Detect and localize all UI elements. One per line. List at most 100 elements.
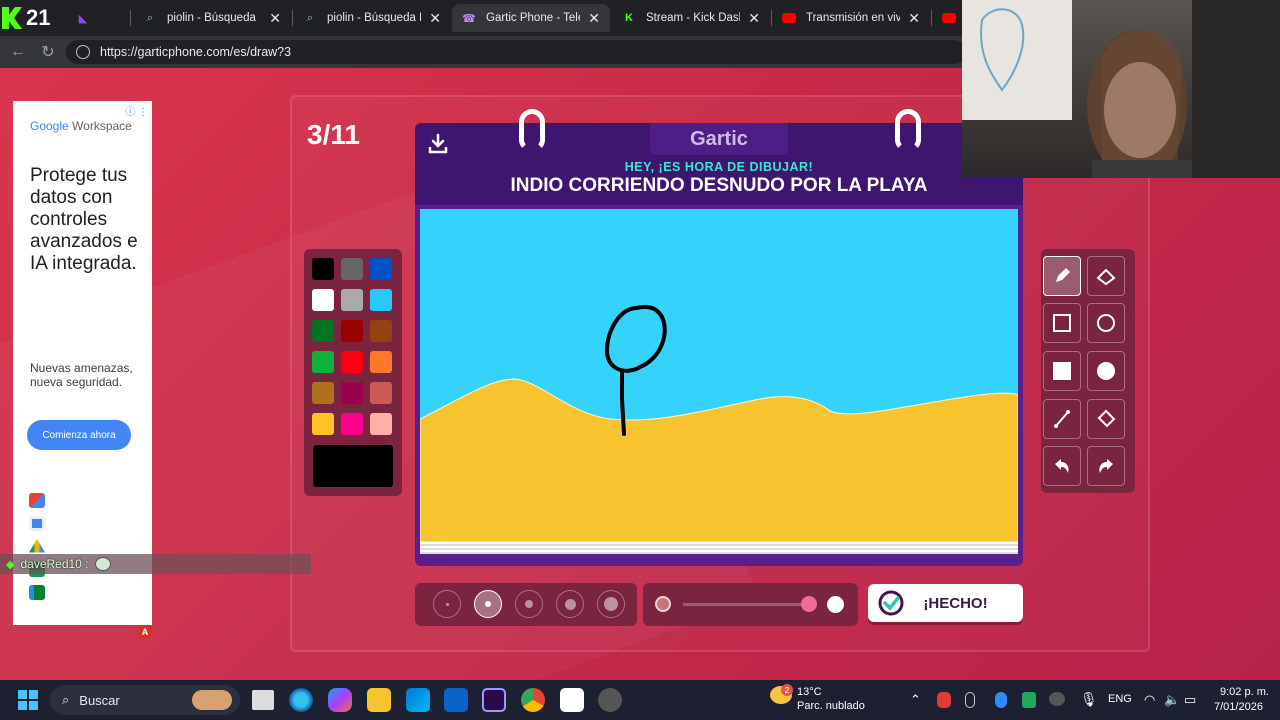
file-explorer-icon[interactable] (367, 688, 391, 712)
close-icon[interactable]: ✕ (269, 10, 281, 27)
color-swatch[interactable] (370, 289, 392, 311)
close-icon[interactable]: ✕ (908, 10, 920, 27)
color-swatch[interactable] (341, 382, 363, 404)
kick-icon: K (625, 12, 633, 24)
color-swatch[interactable] (370, 351, 392, 373)
opacity-high-icon (827, 596, 844, 613)
chevron-up-icon[interactable]: ⌃ (910, 692, 921, 708)
color-swatch[interactable] (341, 413, 363, 435)
tab-pinned[interactable]: ◣ (66, 4, 126, 32)
tray-app-icon[interactable] (937, 692, 951, 708)
language-indicator[interactable]: ENG (1108, 693, 1132, 705)
done-button[interactable]: ¡HECHO! (868, 584, 1023, 622)
ad-cta-button[interactable]: Comienza ahora (27, 420, 131, 450)
search-highlight-icon (192, 690, 232, 710)
back-arrow-icon[interactable]: ← (8, 42, 28, 62)
tray-app-icon[interactable] (1049, 692, 1065, 706)
task-view-icon[interactable] (252, 690, 274, 710)
premiere-icon[interactable] (482, 688, 506, 712)
drawing (420, 305, 1018, 542)
tab-search-2[interactable]: ⌕ piolin - Búsqueda Imág ✕ (293, 4, 451, 32)
color-swatch[interactable] (370, 320, 392, 342)
drive-icon (29, 539, 45, 553)
line-tool[interactable] (1043, 399, 1081, 439)
color-swatch[interactable] (312, 382, 334, 404)
brush-size-option[interactable] (433, 590, 461, 618)
usb-icon[interactable] (965, 692, 975, 708)
tab-label: Stream - Kick Dashboar (646, 12, 740, 24)
google-workspace-ad[interactable]: ⓘ ⋮ Google Workspace Protege tus datos c… (13, 101, 152, 625)
copilot-icon[interactable] (328, 688, 352, 712)
color-swatch[interactable] (341, 320, 363, 342)
drawing-canvas[interactable] (420, 209, 1018, 542)
tab-overflow[interactable]: F (932, 4, 964, 32)
site-info-icon[interactable] (76, 45, 90, 59)
color-swatch[interactable] (312, 413, 334, 435)
tab-gartic[interactable]: ☎ Gartic Phone - Teléfono ✕ (452, 4, 610, 32)
capcut-icon[interactable] (560, 688, 584, 712)
edge-icon[interactable] (289, 688, 313, 712)
opacity-slider[interactable] (643, 583, 858, 626)
bluetooth-icon[interactable] (995, 692, 1007, 708)
taskbar-search[interactable]: ⌕ Buscar (50, 685, 240, 715)
eraser-tool[interactable] (1087, 256, 1125, 296)
redo-tool[interactable] (1087, 446, 1125, 486)
color-swatch[interactable] (312, 320, 334, 342)
shield-icon[interactable] (1022, 692, 1036, 708)
paper-edge (420, 542, 1018, 554)
color-swatch[interactable] (370, 382, 392, 404)
microsoft-store-icon[interactable] (406, 688, 430, 712)
tab-youtube[interactable]: Transmisión en vivo - Yo ✕ (772, 4, 930, 32)
chrome-icon[interactable] (521, 688, 545, 712)
slider-thumb[interactable] (801, 596, 817, 612)
microphone-icon[interactable]: 🎙 (1080, 691, 1098, 708)
color-swatch[interactable] (312, 351, 334, 373)
outlook-icon[interactable] (444, 688, 468, 712)
figure-body (620, 369, 626, 436)
redo-icon (1099, 459, 1113, 473)
windows-start-icon[interactable] (18, 690, 38, 710)
rectangle-outline-tool[interactable] (1043, 303, 1081, 343)
close-icon[interactable]: ✕ (429, 10, 441, 27)
close-icon[interactable]: ✕ (588, 10, 600, 27)
brush-size-option[interactable] (474, 590, 502, 618)
brush-size-option[interactable] (597, 590, 625, 618)
tool-panel (1041, 249, 1135, 493)
brush-size-option[interactable] (515, 590, 543, 618)
download-icon[interactable] (427, 133, 449, 155)
ellipse-fill-tool[interactable] (1087, 351, 1125, 391)
volume-icon[interactable]: 🔈 (1164, 692, 1180, 708)
color-swatch[interactable] (312, 258, 334, 280)
tab-search-1[interactable]: ⌕ piolin - Búsqueda ✕ (133, 4, 291, 32)
color-swatch[interactable] (341, 351, 363, 373)
ellipse-outline-tool[interactable] (1087, 303, 1125, 343)
brush-size-option[interactable] (556, 590, 584, 618)
undo-tool[interactable] (1043, 446, 1081, 486)
reload-icon[interactable]: ↻ (38, 42, 58, 62)
tab-label: Transmisión en vivo - Yo (806, 12, 901, 24)
close-icon[interactable]: ✕ (748, 10, 760, 27)
color-swatch[interactable] (312, 289, 334, 311)
pencil-tool[interactable] (1043, 256, 1081, 296)
battery-icon[interactable]: ▭ (1184, 692, 1196, 708)
gartic-logo: Gartic (650, 123, 788, 155)
clock-time[interactable]: 9:02 p. m. (1220, 686, 1269, 698)
color-swatch[interactable] (341, 258, 363, 280)
url-field[interactable]: https://garticphone.com/es/draw?3 (66, 40, 966, 64)
search-icon: ⌕ (306, 11, 314, 24)
tab-kick[interactable]: K Stream - Kick Dashboar ✕ (612, 4, 770, 32)
windows-taskbar: ⌕ Buscar 2 13°C Parc. nublado ⌃ 🎙 ENG ◠ … (0, 680, 1280, 720)
wifi-icon[interactable]: ◠ (1144, 692, 1155, 708)
clock-date[interactable]: 7/01/2026 (1214, 701, 1263, 713)
rectangle-fill-tool[interactable] (1043, 351, 1081, 391)
slider-track[interactable] (683, 603, 808, 606)
tab-count-badge: 21 (26, 5, 51, 30)
obs-icon[interactable] (598, 688, 622, 712)
webcam-feed (962, 0, 1280, 178)
color-swatch[interactable] (370, 258, 392, 280)
ad-info-icon[interactable]: ⓘ ⋮ (125, 103, 148, 118)
fill-bucket-tool[interactable] (1087, 399, 1125, 439)
color-swatch[interactable] (341, 289, 363, 311)
weather-temp: 13°C (797, 686, 822, 698)
color-swatch[interactable] (370, 413, 392, 435)
